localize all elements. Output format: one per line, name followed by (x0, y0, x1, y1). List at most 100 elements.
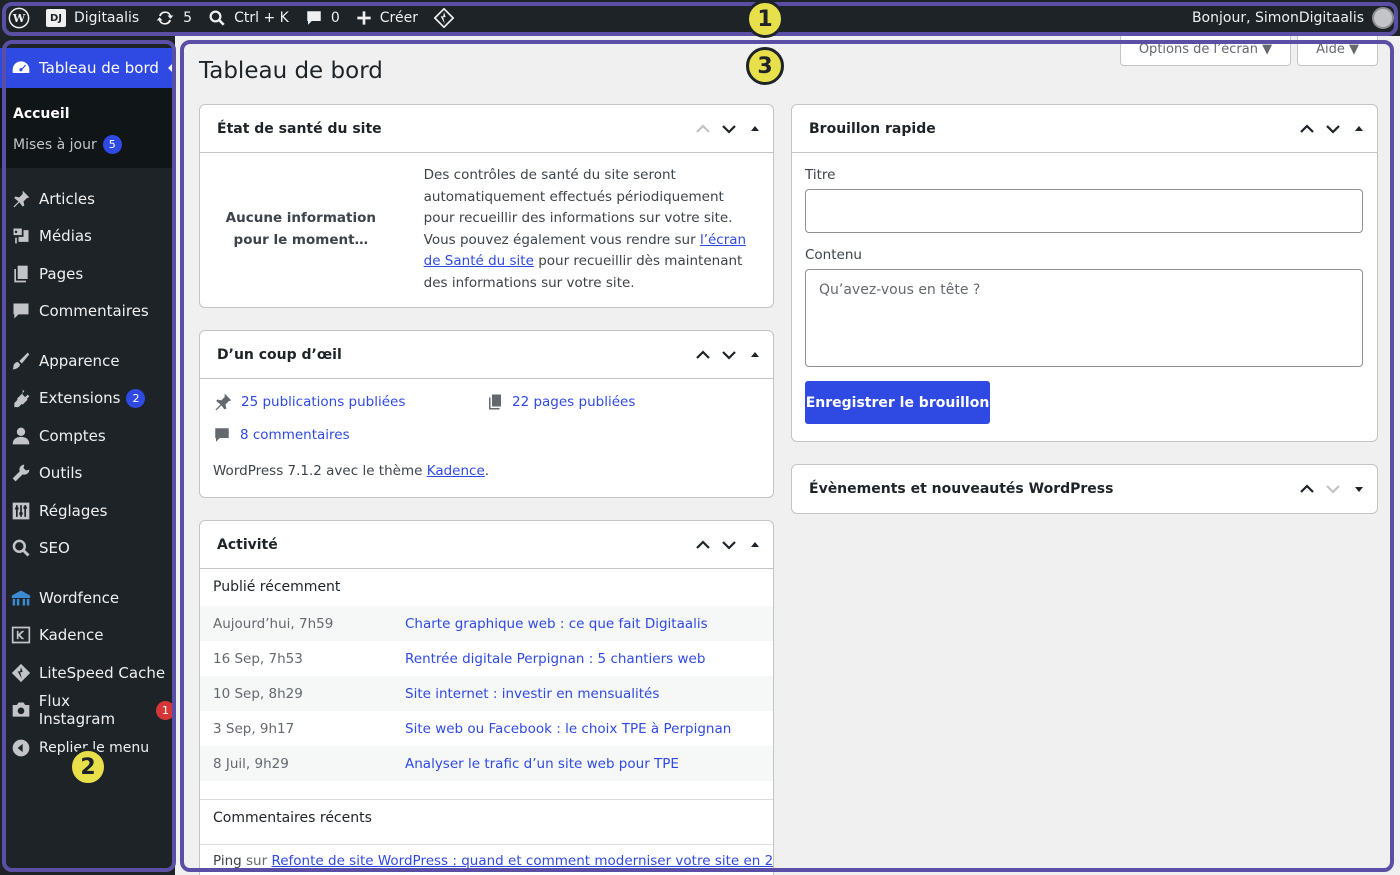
widget-header: Brouillon rapide (792, 105, 1377, 153)
save-draft-button[interactable]: Enregistrer le brouillon (805, 381, 990, 424)
updates-badge: 5 (102, 135, 122, 154)
widget-title: Activité (217, 536, 278, 553)
widget-header: Évènements et nouveautés WordPress (792, 465, 1377, 513)
pin-icon (215, 393, 232, 411)
move-down-button[interactable] (1323, 479, 1343, 499)
widget-title: État de santé du site (217, 120, 382, 137)
widget-title: Brouillon rapide (809, 120, 936, 137)
menu-seo-label: SEO (39, 539, 70, 558)
health-desc-text: Des contrôles de santé du site seront au… (423, 167, 733, 248)
move-up-button[interactable] (693, 345, 713, 365)
menu-wordfence[interactable]: Wordfence (0, 579, 175, 617)
chevron-down-icon (722, 540, 736, 550)
search-shortcut-label: Ctrl + K (234, 10, 289, 26)
create-new-button[interactable]: Créer (348, 0, 426, 36)
search-icon (209, 10, 225, 26)
widget-header: D’un coup d’œil (200, 331, 773, 379)
menu-medias[interactable]: Médias (0, 218, 175, 256)
menu-articles-label: Articles (39, 189, 95, 208)
site-logo: DJ (46, 9, 66, 27)
post-link[interactable]: Charte graphique web : ce que fait Digit… (405, 616, 708, 632)
move-down-button[interactable] (719, 345, 739, 365)
menu-comptes[interactable]: Comptes (0, 417, 175, 455)
content-label: Contenu (805, 247, 862, 263)
comments-count: 0 (330, 10, 340, 26)
post-date: 8 Juil, 9h29 (213, 755, 289, 772)
site-name: Digitaalis (74, 10, 140, 26)
move-down-button[interactable] (719, 119, 739, 139)
move-up-button[interactable] (1297, 119, 1317, 139)
draft-content-placeholder: Qu’avez-vous en tête ? (819, 282, 981, 298)
my-account-menu[interactable]: Bonjour, SimonDigitaalis (1192, 7, 1400, 29)
posts-count-link[interactable]: 25 publications publiées (213, 392, 486, 412)
comments-button[interactable]: 0 (297, 0, 348, 36)
menu-wordfence-label: Wordfence (39, 588, 120, 607)
menu-instagram[interactable]: Flux Instagram 1 (0, 692, 175, 730)
chevron-up-icon (696, 539, 710, 549)
litespeed-icon (433, 8, 454, 28)
settings-icon (10, 500, 32, 522)
menu-extensions[interactable]: Extensions 2 (0, 380, 175, 418)
post-link[interactable]: Rentrée digitale Perpignan : 5 chantiers… (405, 651, 705, 667)
submenu-home[interactable]: Accueil (13, 98, 175, 129)
brush-icon (10, 350, 32, 372)
toggle-panel-button[interactable] (745, 345, 765, 365)
updates-button[interactable]: 5 (147, 0, 200, 36)
move-up-button[interactable] (693, 535, 713, 555)
activity-row: 16 Sep, 7h53 Rentrée digitale Perpignan :… (200, 641, 773, 676)
move-down-button[interactable] (719, 535, 739, 555)
menu-seo[interactable]: SEO (0, 530, 175, 568)
main-content: Options de l’écran ▼ Aide ▼ Tableau de b… (175, 36, 1400, 875)
activity-row: 10 Sep, 8h29 Site internet : investir en … (200, 676, 773, 711)
theme-link[interactable]: Kadence (427, 463, 485, 479)
submenu-updates[interactable]: Mises à jour 5 (13, 129, 175, 160)
litespeed-icon (10, 662, 32, 684)
draft-content-textarea[interactable]: Qu’avez-vous en tête ? (805, 269, 1363, 367)
annotation-marker-3: 3 (746, 47, 784, 85)
menu-outils[interactable]: Outils (0, 455, 175, 493)
menu-dashboard[interactable]: Tableau de bord (0, 48, 175, 88)
post-link[interactable]: Analyser le trafic d’un site web pour TP… (405, 756, 679, 772)
caret-up-icon (751, 351, 759, 357)
move-up-button[interactable] (693, 119, 713, 139)
draft-title-input[interactable] (805, 189, 1363, 233)
comment-on-text: sur (241, 853, 272, 869)
menu-commentaires[interactable]: Commentaires (0, 293, 175, 331)
screen-options-button[interactable]: Options de l’écran ▼ (1119, 36, 1292, 66)
activity-row: Aujourd’hui, 7h59 Charte graphique web : … (200, 606, 773, 641)
move-up-button[interactable] (1297, 479, 1317, 499)
post-link[interactable]: Site web ou Facebook : le choix TPE à Pe… (405, 721, 731, 737)
toggle-panel-button[interactable] (1349, 119, 1369, 139)
move-down-button[interactable] (1323, 119, 1343, 139)
menu-kadence[interactable]: Kadence (0, 617, 175, 655)
pin-icon (10, 188, 32, 210)
toggle-panel-button[interactable] (745, 119, 765, 139)
site-name-link[interactable]: DJ Digitaalis (38, 0, 147, 36)
menu-apparence-label: Apparence (39, 351, 120, 370)
menu-reglages[interactable]: Réglages (0, 492, 175, 530)
help-button[interactable]: Aide ▼ (1297, 36, 1378, 66)
toggle-panel-button[interactable] (1349, 479, 1369, 499)
menu-instagram-label: Flux Instagram (38, 692, 116, 729)
submenu-updates-label: Mises à jour (13, 136, 97, 153)
comment-icon (10, 300, 32, 322)
caret-down-icon: ▼ (1349, 42, 1359, 57)
menu-litespeed-label: LiteSpeed Cache (39, 663, 166, 682)
toggle-panel-button[interactable] (745, 535, 765, 555)
at-a-glance-widget: D’un coup d’œil 25 publications publiées… (199, 330, 774, 498)
search-shortcut-button[interactable]: Ctrl + K (200, 0, 297, 36)
post-date: 10 Sep, 8h29 (213, 685, 303, 702)
post-link[interactable]: Site internet : investir en mensualités (405, 686, 659, 702)
comment-post-link[interactable]: Refonte de site WordPress : quand et com… (271, 853, 773, 869)
menu-pages[interactable]: Pages (0, 255, 175, 293)
menu-articles[interactable]: Articles (0, 180, 175, 218)
wordpress-logo-button[interactable]: W (0, 0, 38, 36)
page-title: Tableau de bord (199, 58, 383, 84)
comments-count-link[interactable]: 8 commentaires (213, 424, 760, 446)
screen-meta-links: Options de l’écran ▼ Aide ▼ (1119, 36, 1378, 66)
menu-litespeed[interactable]: LiteSpeed Cache (0, 654, 175, 692)
user-icon (10, 425, 32, 447)
menu-apparence[interactable]: Apparence (0, 342, 175, 380)
litespeed-toolbar-button[interactable] (426, 0, 462, 36)
pages-count-link[interactable]: 22 pages publiées (486, 393, 635, 411)
